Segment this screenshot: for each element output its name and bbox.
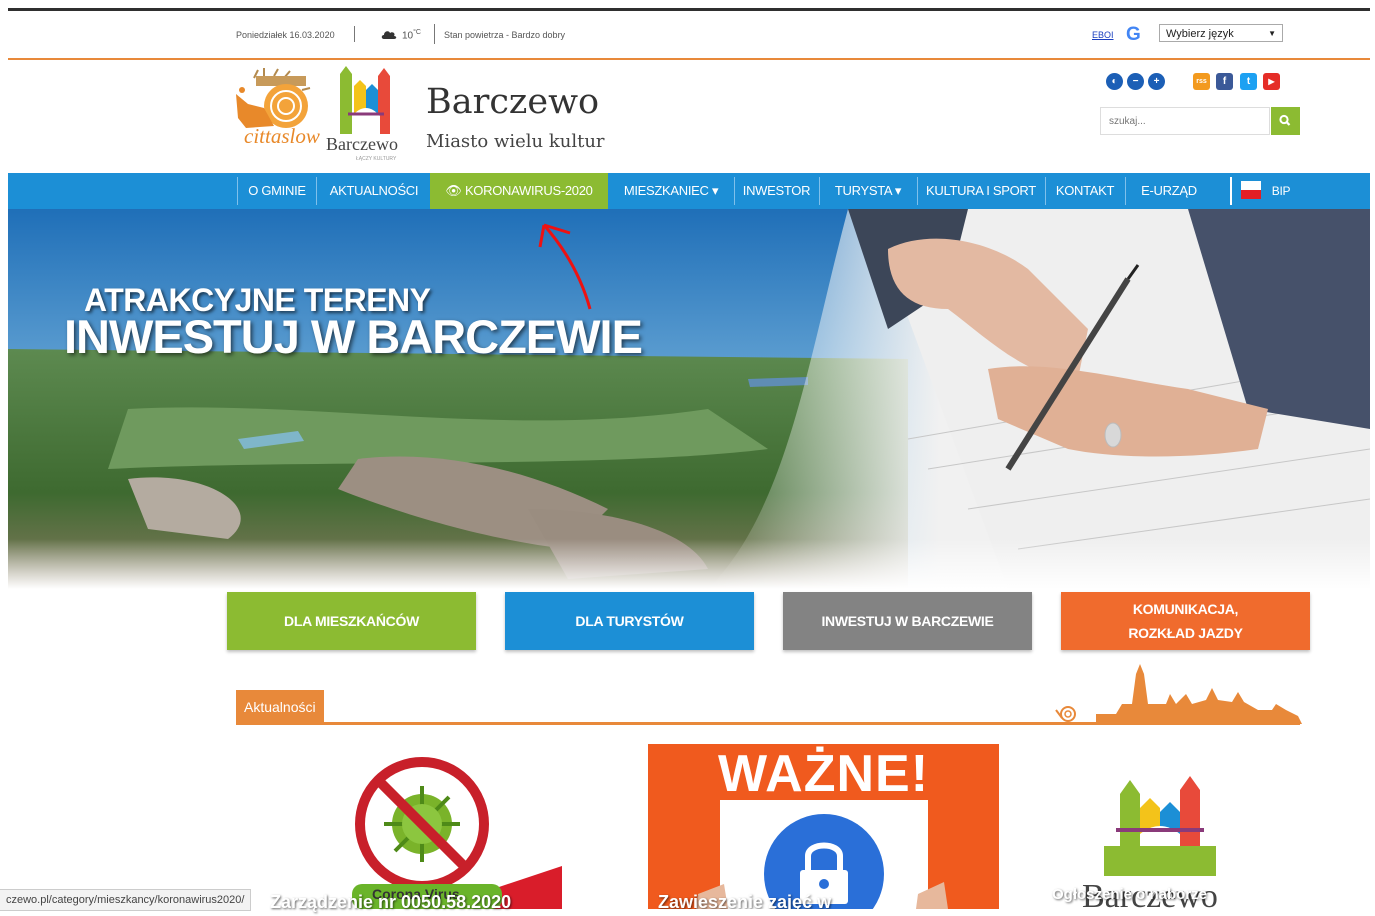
news-card-title[interactable]: Zawieszenie zajęć w xyxy=(658,892,831,909)
logo-name: Barczewo xyxy=(326,134,398,154)
rss-icon[interactable]: rss xyxy=(1193,73,1210,90)
red-arrow-annotation xyxy=(538,223,592,310)
chevron-down-icon: ▼ xyxy=(1268,29,1276,38)
news-card[interactable]: Corona Virus Zarządzenie nr 0050.58.2020 xyxy=(270,746,572,912)
tile-dla-mieszkancow[interactable]: DLA MIESZKAŃCÓW xyxy=(227,592,476,650)
site-subtitle: Miasto wielu kultur xyxy=(426,131,605,152)
nav-item-koronawirus[interactable]: 👁 KORONAWIRUS-2020 xyxy=(430,173,608,209)
font-increase-icon[interactable]: + xyxy=(1148,73,1165,90)
tile-komunikacja[interactable]: KOMUNIKACJA, ROZKŁAD JAZDY xyxy=(1061,592,1310,650)
eboi-link[interactable]: EBOI xyxy=(1092,30,1114,40)
temperature: 10°C xyxy=(402,29,421,42)
nav-item-e-urzad[interactable]: E-URZĄD xyxy=(1126,173,1212,209)
hero-heading-large: INWESTUJ W BARCZEWIE xyxy=(64,310,643,363)
search-button[interactable] xyxy=(1271,107,1300,135)
search-input[interactable] xyxy=(1100,107,1270,135)
current-date: Poniedziałek 16.03.2020 xyxy=(236,30,335,40)
nav-item-kontakt[interactable]: KONTAKT xyxy=(1046,173,1124,209)
info-bar: Poniedziałek 16.03.2020 10°C Stan powiet… xyxy=(0,22,1375,48)
language-select[interactable]: Wybierz język ▼ xyxy=(1159,24,1283,42)
logo-tagline: ŁĄCZY KULTURY xyxy=(356,156,397,162)
divider xyxy=(434,24,435,44)
cittaslow-wordmark: cittaslow xyxy=(244,124,320,148)
header-divider xyxy=(8,58,1370,60)
nav-divider xyxy=(237,177,238,205)
news-card-title[interactable]: Ogłoszenie o naborze xyxy=(1052,886,1207,903)
font-decrease-icon[interactable]: − xyxy=(1127,73,1144,90)
barczewo-castle-logo[interactable] xyxy=(336,64,396,136)
town-skyline-icon xyxy=(1055,664,1302,724)
divider xyxy=(354,26,355,42)
bip-flag-icon xyxy=(1241,181,1261,199)
news-card[interactable]: Barczewo Ogłoszenie o naborze xyxy=(1020,746,1300,915)
main-nav: O GMINIE AKTUALNOŚCI 👁 KORONAWIRUS-2020 … xyxy=(8,173,1370,209)
hero-banner[interactable] xyxy=(8,209,1370,589)
nav-item-o-gminie[interactable]: O GMINIE xyxy=(239,173,315,209)
lock-notice-image xyxy=(696,800,948,909)
nav-item-turysta[interactable]: TURYSTA ▾ xyxy=(820,173,916,209)
nav-item-inwestor[interactable]: INWESTOR xyxy=(735,173,818,209)
nav-item-bip[interactable]: BIP xyxy=(1266,173,1296,209)
news-card-title[interactable]: Zarządzenie nr 0050.58.2020 xyxy=(270,892,511,913)
youtube-icon[interactable]: ▶ xyxy=(1263,73,1280,90)
news-card[interactable]: WAŻNE! Zawieszenie zajęć w xyxy=(648,744,999,909)
status-bar-url: czewo.pl/category/mieszkancy/koronawirus… xyxy=(0,889,252,911)
air-quality-text[interactable]: Stan powietrza - Bardzo dobry xyxy=(444,30,565,40)
nav-divider xyxy=(316,177,317,205)
nav-divider xyxy=(1230,177,1232,205)
tile-dla-turystow[interactable]: DLA TURYSTÓW xyxy=(505,592,754,650)
hero-image xyxy=(8,209,1370,589)
facebook-icon[interactable]: f xyxy=(1216,73,1233,90)
search-icon xyxy=(1279,114,1291,126)
nav-item-mieszkaniec[interactable]: MIESZKANIEC ▾ xyxy=(609,173,733,209)
nav-item-kultura-i-sport[interactable]: KULTURA I SPORT xyxy=(918,173,1044,209)
cloud-icon xyxy=(381,31,397,39)
google-translate-icon: G xyxy=(1126,24,1141,45)
no-virus-image xyxy=(352,757,562,909)
contrast-icon[interactable]: ◐ xyxy=(1106,73,1123,90)
news-section-label: Aktualności xyxy=(236,690,324,724)
nav-item-aktualnosci[interactable]: AKTUALNOŚCI xyxy=(318,173,430,209)
tile-inwestuj[interactable]: INWESTUJ W BARCZEWIE xyxy=(783,592,1032,650)
window-top-border xyxy=(8,8,1370,11)
twitter-icon[interactable]: t xyxy=(1240,73,1257,90)
site-title: Barczewo xyxy=(426,82,600,122)
